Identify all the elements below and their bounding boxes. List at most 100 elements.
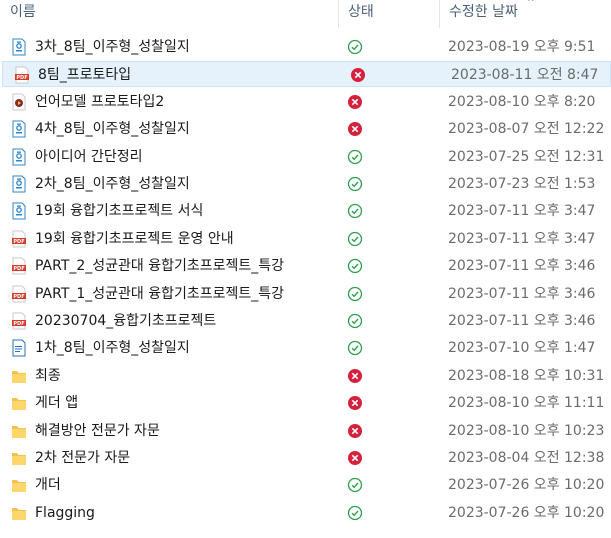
sync-ok-icon xyxy=(347,231,363,247)
sync-error-icon xyxy=(347,395,363,411)
pdf-icon: PDF xyxy=(11,285,27,303)
sync-ok-icon xyxy=(347,203,363,219)
video-icon xyxy=(11,93,27,111)
file-row[interactable]: 언어모델 프로토타입2 2023-08-10 오후 8:20 xyxy=(0,89,611,115)
file-name: 2차 전문가 자문 xyxy=(35,450,131,466)
file-name: 3차_8팀_이주형_성찰일지 xyxy=(35,39,190,55)
file-name: 개더 xyxy=(35,477,61,494)
file-date: 2023-07-26 오후 10:20 xyxy=(448,477,605,494)
folder-icon xyxy=(11,422,27,440)
file-date: 2023-08-04 오전 12:38 xyxy=(448,450,605,466)
hwp-icon xyxy=(11,148,27,166)
file-name: 4차_8팀_이주형_성찰일지 xyxy=(35,121,190,138)
file-row[interactable]: 1차_8팀_이주형_성찰일지 2023-07-10 오후 1:47 xyxy=(0,335,611,361)
file-name: PART_2_성균관대 융합기초프로젝트_특강 xyxy=(35,258,285,275)
sync-error-icon xyxy=(347,423,363,439)
folder-row[interactable]: 해결방안 전문가 자문 2023-08-10 오후 10:23 xyxy=(0,418,611,444)
file-date: 2023-07-25 오전 12:31 xyxy=(448,148,605,165)
svg-text:PDF: PDF xyxy=(13,321,24,327)
pdf-icon: PDF xyxy=(14,66,30,84)
svg-text:PDF: PDF xyxy=(13,266,24,272)
column-status-header[interactable]: 상태 xyxy=(338,0,439,28)
pdf-icon: PDF xyxy=(11,312,27,330)
sync-error-icon xyxy=(347,450,363,466)
file-date: 2023-08-07 오전 12:22 xyxy=(448,121,605,138)
sync-error-icon xyxy=(347,94,363,110)
file-date: 2023-07-11 오후 3:47 xyxy=(448,230,596,247)
column-date-header[interactable]: 수정한 날짜 ^ xyxy=(439,0,611,28)
folder-icon xyxy=(11,449,27,467)
file-row[interactable]: PDF 8팀_프로토타입 2023-08-11 오전 8:47 xyxy=(2,61,611,88)
folder-row[interactable]: 게더 앱 2023-08-10 오후 11:11 xyxy=(0,390,611,416)
folder-icon xyxy=(11,476,27,494)
svg-text:PDF: PDF xyxy=(13,294,24,300)
sort-caret-icon: ^ xyxy=(527,0,535,8)
doc-icon xyxy=(11,339,27,357)
file-date: 2023-07-26 오후 10:20 xyxy=(448,504,605,521)
svg-text:PDF: PDF xyxy=(13,239,24,245)
sync-ok-icon xyxy=(347,39,363,55)
file-row[interactable]: 4차_8팀_이주형_성찰일지 2023-08-07 오전 12:22 xyxy=(0,116,611,142)
column-header: 이름 상태 수정한 날짜 ^ xyxy=(0,0,611,28)
file-name: 20230704_융합기초프로젝트 xyxy=(35,313,217,329)
sync-ok-icon xyxy=(347,149,363,165)
file-row[interactable]: PDF PART_2_성균관대 융합기초프로젝트_특강 2023-07-11 오후 … xyxy=(0,253,611,279)
column-date-label: 수정한 날짜 xyxy=(449,4,518,20)
file-date: 2023-08-10 오후 10:23 xyxy=(448,422,605,439)
folder-row[interactable]: Flagging 2023-07-26 오후 10:20 xyxy=(0,500,611,526)
file-row[interactable]: 2차_8팀_이주형_성찰일지 2023-07-23 오전 1:53 xyxy=(0,171,611,197)
file-date: 2023-08-19 오후 9:51 xyxy=(448,39,596,55)
file-date: 2023-07-23 오전 1:53 xyxy=(448,176,596,192)
file-name: 19회 융합기초프로젝트 운영 안내 xyxy=(35,230,234,247)
sync-ok-icon xyxy=(347,313,363,329)
folder-row[interactable]: 개더 2023-07-26 오후 10:20 xyxy=(0,472,611,498)
file-date: 2023-08-18 오후 10:31 xyxy=(448,367,605,384)
file-name: 게더 앱 xyxy=(35,395,79,412)
file-date: 2023-07-11 오후 3:46 xyxy=(448,285,596,302)
sync-ok-icon xyxy=(347,176,363,192)
svg-text:PDF: PDF xyxy=(16,75,27,81)
file-row[interactable]: 19회 융합기초프로젝트 서식 2023-07-11 오후 3:47 xyxy=(0,198,611,224)
sync-ok-icon xyxy=(347,477,363,493)
sync-ok-icon xyxy=(347,286,363,302)
sync-ok-icon xyxy=(347,505,363,521)
file-row[interactable]: PDF PART_1_성균관대 융합기초프로젝트_특강 2023-07-11 오후 … xyxy=(0,281,611,307)
file-date: 2023-07-11 오후 3:47 xyxy=(448,203,596,220)
file-name: 19회 융합기초프로젝트 서식 xyxy=(35,203,204,220)
file-date: 2023-07-10 오후 1:47 xyxy=(448,340,596,357)
file-date: 2023-07-11 오후 3:46 xyxy=(448,313,596,329)
hwp-icon xyxy=(11,38,27,56)
hwp-icon xyxy=(11,120,27,138)
file-name: 1차_8팀_이주형_성찰일지 xyxy=(35,340,190,357)
file-row[interactable]: PDF 19회 융합기초프로젝트 운영 안내 2023-07-11 오후 3:47 xyxy=(0,226,611,252)
column-name-header[interactable]: 이름 xyxy=(0,0,338,28)
folder-icon xyxy=(11,367,27,385)
file-name: 2차_8팀_이주형_성찰일지 xyxy=(35,176,190,192)
file-name: 해결방안 전문가 자문 xyxy=(35,422,160,439)
folder-row[interactable]: 2차 전문가 자문 2023-08-04 오전 12:38 xyxy=(0,445,611,471)
folder-icon xyxy=(11,504,27,522)
file-date: 2023-08-10 오후 11:11 xyxy=(448,395,605,412)
file-row[interactable]: 3차_8팀_이주형_성찰일지 2023-08-19 오후 9:51 xyxy=(0,34,611,60)
file-name: 최종 xyxy=(35,367,61,384)
file-name: 8팀_프로토타입 xyxy=(38,67,132,84)
file-name: PART_1_성균관대 융합기초프로젝트_특강 xyxy=(35,285,285,302)
sync-ok-icon xyxy=(347,258,363,274)
sync-error-icon xyxy=(347,121,363,137)
file-date: 2023-07-11 오후 3:46 xyxy=(448,258,596,275)
pdf-icon: PDF xyxy=(11,230,27,248)
file-date: 2023-08-10 오후 8:20 xyxy=(448,93,596,110)
sync-error-icon xyxy=(350,67,366,83)
file-row[interactable]: PDF 20230704_융합기초프로젝트 2023-07-11 오후 3:46 xyxy=(0,308,611,334)
file-name: 언어모델 프로토타입2 xyxy=(35,93,165,110)
folder-row[interactable]: 최종 2023-08-18 오후 10:31 xyxy=(0,363,611,389)
pdf-icon: PDF xyxy=(11,257,27,275)
hwp-icon xyxy=(11,202,27,220)
folder-icon xyxy=(11,394,27,412)
file-date: 2023-08-11 오전 8:47 xyxy=(451,67,599,84)
file-row[interactable]: 아이디어 간단정리 2023-07-25 오전 12:31 xyxy=(0,144,611,170)
sync-ok-icon xyxy=(347,340,363,356)
file-name: Flagging xyxy=(35,504,95,521)
hwp-icon xyxy=(11,175,27,193)
sync-error-icon xyxy=(347,368,363,384)
